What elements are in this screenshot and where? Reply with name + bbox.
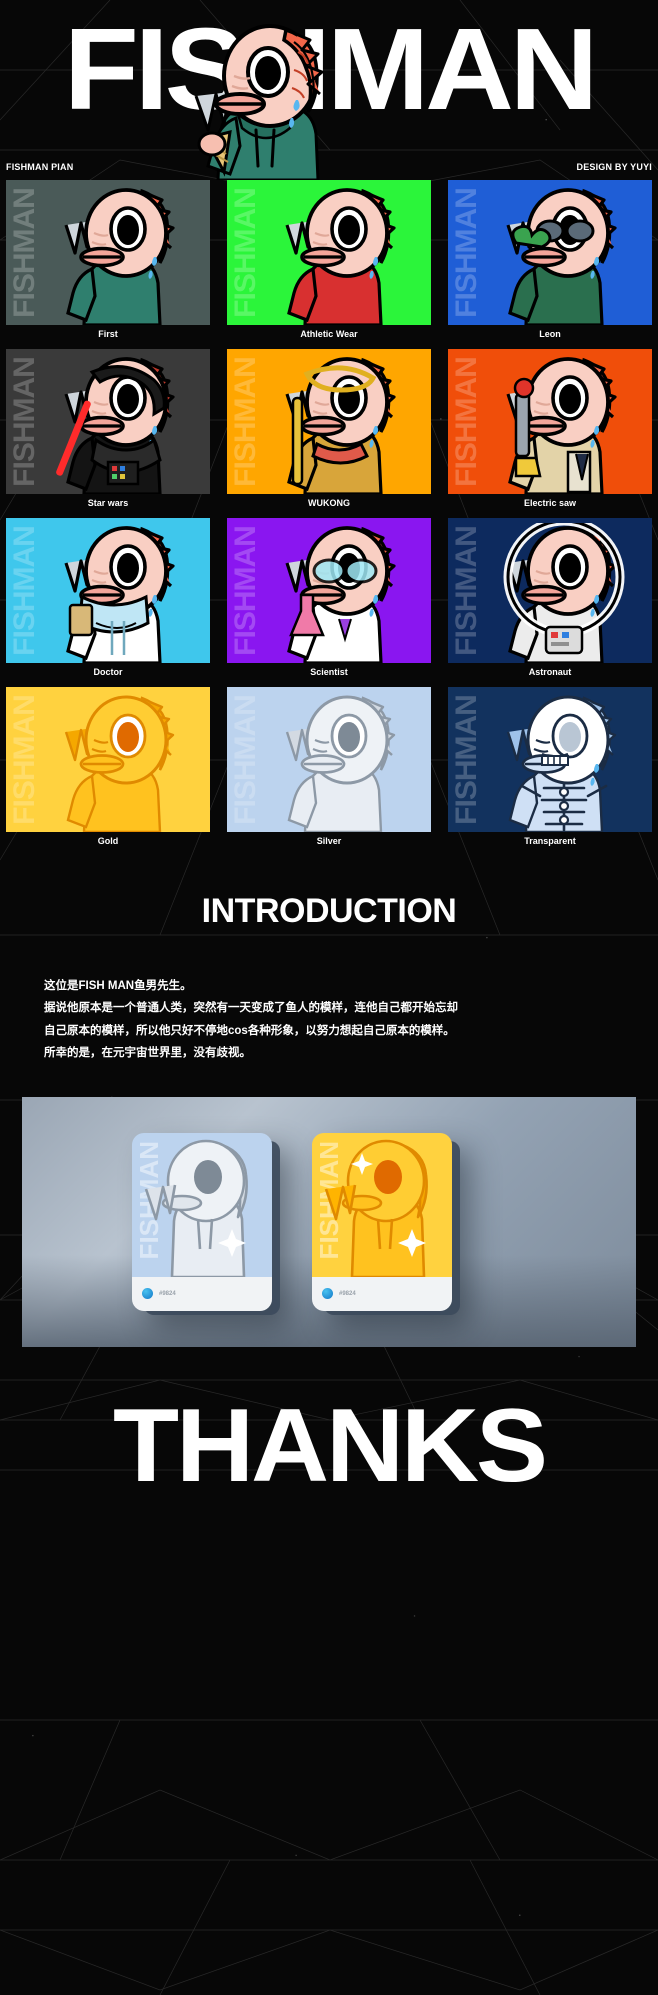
character-card-label: Transparent [524,836,576,846]
token-dot-icon-gold [322,1288,333,1300]
character-card[interactable]: FISHMAN [227,349,431,494]
character-card-grid: FISHMAN First FISHMAN Athletic Wear FISHMA… [0,180,658,852]
character-card-label: Electric saw [523,498,577,508]
showcase-card-id: #9824 [159,1290,176,1297]
character-card-label: WUKONG [308,498,350,508]
card-watermark: FISHMAN [229,187,262,318]
character-card[interactable]: FISHMAN [227,687,431,832]
character-card-cell: FISHMAN Gold [6,687,210,852]
showcase-card-art-gold: FISHMAN [312,1132,452,1277]
character-card-cell: FISHMAN WUKONG [227,349,431,514]
character-card[interactable]: FISHMAN [227,180,431,325]
character-card[interactable]: FISHMAN [448,687,652,832]
thanks-title: THANKS [113,1387,548,1504]
card-watermark: FISHMAN [8,356,41,487]
hero-section: FISHMAN FISHMAN PIAN DESIGN BY YUYI [0,0,658,180]
character-card-row: FISHMAN Doctor FISHMAN Scientist FISHMAN… [6,518,652,683]
showcase-card-art-silver: FISHMAN [132,1132,272,1277]
character-card-cell: FISHMAN Star wars [6,349,210,514]
character-card-cell: FISHMAN Leon [448,180,652,345]
card-watermark: FISHMAN [450,694,483,825]
character-card-label: Scientist [310,667,348,677]
showcase-card-footer-gold: #9824 [312,1276,452,1311]
showcase-card-id-gold: #9824 [339,1290,356,1297]
character-card-row: FISHMAN Gold FISHMAN Silver FISHMAN Tran… [6,687,652,852]
introduction-body: 这位是FISH MAN鱼男先生。据说他原本是一个普通人类，突然有一天变成了鱼人的… [0,931,658,1065]
card-watermark: FISHMAN [450,356,483,487]
character-card-row: FISHMAN Star wars FISHMAN WUKONG FISHMAN… [6,349,652,514]
introduction-title: INTRODUCTION [201,892,457,930]
character-card-label: Astronaut [528,667,572,677]
card-watermark: FISHMAN [229,356,262,487]
character-card[interactable]: FISHMAN [6,687,210,832]
character-card-cell: FISHMAN Transparent [448,687,652,852]
character-card-cell: FISHMAN Scientist [227,518,431,683]
poster-page: FISHMAN FISHMAN PIAN DESIGN BY YUYI FISH… [0,0,658,1995]
character-card[interactable]: FISHMAN [448,180,652,325]
character-card[interactable]: FISHMAN [227,518,431,663]
hero-left-meta: FISHMAN PIAN [6,162,74,172]
character-card[interactable]: FISHMAN [448,349,652,494]
card-watermark: FISHMAN [450,525,483,656]
character-card-cell: FISHMAN Silver [227,687,431,852]
character-card-cell: FISHMAN Doctor [6,518,210,683]
introduction-line: 这位是FISH MAN鱼男先生。 [44,980,192,992]
character-card-label: Doctor [93,667,123,677]
introduction-line: 自己原本的模样，所以他只好不停地cos各种形象，以努力想起自己原本的模样。 [44,1024,455,1037]
card-watermark: FISHMAN [8,187,41,318]
character-card-label: Gold [97,836,119,846]
character-card-cell: FISHMAN Electric saw [448,349,652,514]
character-card[interactable]: FISHMAN [6,518,210,663]
card-watermark: FISHMAN [229,694,262,825]
character-card-label: Star wars [87,498,129,508]
introduction-line: 据说他原本是一个普通人类，突然有一天变成了鱼人的模样，连他自己都开始忘却 [44,1002,458,1015]
character-card-cell: FISHMAN Athletic Wear [227,180,431,345]
introduction-section: INTRODUCTION 这位是FISH MAN鱼男先生。据说他原本是一个普通人… [0,856,658,1065]
character-card-row: FISHMAN First FISHMAN Athletic Wear FISHMA… [6,180,652,345]
card-watermark: FISHMAN [8,694,41,825]
hero-right-meta: DESIGN BY YUYI [576,162,652,172]
character-card-cell: FISHMAN Astronaut [448,518,652,683]
character-card[interactable]: FISHMAN [6,349,210,494]
token-dot-icon [142,1288,153,1300]
card-watermark: FISHMAN [450,187,483,318]
introduction-line: 所幸的是，在元宇宙世界里，没有歧视。 [44,1047,251,1060]
hero-fishman-character [194,24,324,180]
character-card[interactable]: FISHMAN [448,518,652,663]
card-watermark: FISHMAN [229,525,262,656]
character-card-label: Leon [539,329,561,339]
showcase-card-silver[interactable]: FISHMAN #9824 [132,1132,272,1311]
character-card-cell: FISHMAN First [6,180,210,345]
character-card-label: Athletic Wear [300,329,358,339]
hero-meta-row: FISHMAN PIAN DESIGN BY YUYI [0,162,658,180]
product-showcase-mockup: FISHMAN #9824 [22,1096,636,1347]
character-card[interactable]: FISHMAN [6,180,210,325]
character-card-label: Silver [316,836,342,846]
showcase-card-gold[interactable]: FISHMAN #9824 [312,1132,452,1311]
card-watermark: FISHMAN [8,525,41,656]
character-card-label: First [98,329,118,339]
showcase-card-footer-silver: #9824 [132,1276,272,1311]
